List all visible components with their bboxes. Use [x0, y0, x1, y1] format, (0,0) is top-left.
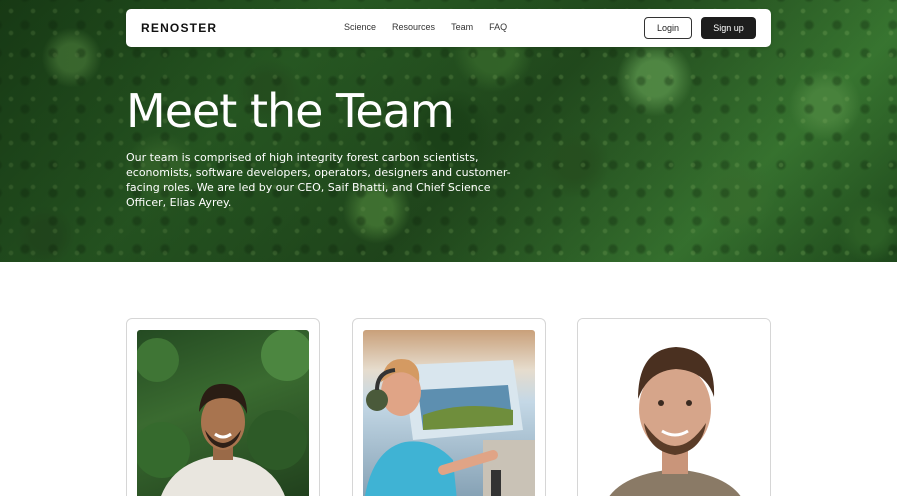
brand-logo[interactable]: RENOSTER	[141, 21, 217, 35]
login-button[interactable]: Login	[644, 17, 692, 39]
nav-link-faq[interactable]: FAQ	[489, 22, 507, 32]
portrait-illustration	[137, 330, 309, 496]
portrait-illustration	[609, 347, 741, 496]
team-member-photo	[578, 319, 770, 496]
team-member-photo	[363, 330, 535, 496]
nav-link-resources[interactable]: Resources	[392, 22, 435, 32]
team-member-photo	[137, 330, 309, 496]
team-member-card[interactable]	[126, 318, 320, 496]
team-member-card[interactable]	[352, 318, 546, 496]
nav-links: Science Resources Team FAQ	[344, 22, 507, 32]
nav-link-team[interactable]: Team	[451, 22, 473, 32]
signup-button[interactable]: Sign up	[701, 17, 756, 39]
page-title: Meet the Team	[126, 84, 455, 138]
nav-link-science[interactable]: Science	[344, 22, 376, 32]
top-navigation: RENOSTER Science Resources Team FAQ Logi…	[126, 9, 771, 47]
team-member-card[interactable]	[577, 318, 771, 496]
portrait-illustration	[365, 358, 535, 496]
hero-description: Our team is comprised of high integrity …	[126, 151, 511, 209]
